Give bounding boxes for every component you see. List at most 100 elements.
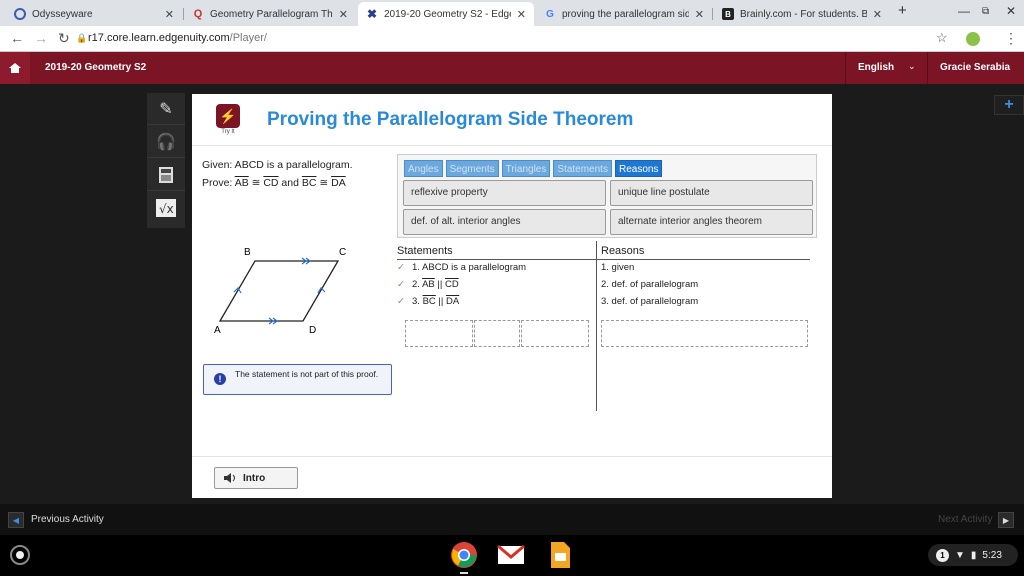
parallelogram-shape [218, 260, 340, 322]
choice-bank: Angles Segments Triangles Statements Rea… [397, 154, 817, 238]
back-icon[interactable]: ← [10, 30, 24, 46]
chrome-icon[interactable] [450, 541, 478, 569]
new-tab-button[interactable]: + [898, 2, 907, 19]
tab-triangles[interactable]: Triangles [501, 160, 551, 177]
active-indicator [460, 572, 468, 574]
lesson-footer: Intro [192, 456, 832, 498]
browser-tab-strip: Odysseyware ✕ Q Geometry Parallelogram T… [0, 0, 1024, 26]
lesson-panel: ⚡ Try It Proving the Parallelogram Side … [192, 94, 832, 498]
calculator-icon[interactable] [147, 159, 185, 191]
formula-icon[interactable]: √x [147, 192, 185, 224]
tab-odysseyware[interactable]: Odysseyware ✕ [6, 2, 182, 26]
check-icon: ✓ [397, 296, 405, 307]
check-icon: ✓ [397, 262, 405, 273]
reason-drop-slot[interactable] [601, 320, 808, 347]
statement-drop-slot-3[interactable] [521, 320, 589, 347]
launcher-icon[interactable] [10, 545, 30, 565]
tab-quizlet[interactable]: Q Geometry Parallelogram Theor ✕ [184, 2, 356, 26]
pencil-icon[interactable]: ✎ [147, 93, 185, 125]
close-icon[interactable]: ✕ [517, 8, 526, 21]
reason-row: 2. def. of parallelogram [601, 279, 699, 290]
tab-brainly[interactable]: B Brainly.com - For students. By s ✕ [714, 2, 890, 26]
minimize-icon[interactable]: — [958, 4, 970, 18]
given-prove-text: Given: ABCD is a parallelogram. Prove: A… [202, 159, 353, 189]
quizlet-icon: Q [193, 8, 203, 20]
lock-icon: 🔒 [76, 33, 88, 43]
close-icon[interactable]: ✕ [165, 8, 174, 21]
vertex-label-b: B [244, 247, 251, 258]
speaker-icon [224, 473, 235, 483]
chevron-right-icon: ▶ [1002, 515, 1010, 525]
tab-edgenuity[interactable]: ✖ 2019-20 Geometry S2 - Edgenu ✕ [358, 2, 534, 26]
close-window-icon[interactable]: ✕ [1006, 4, 1016, 18]
chevron-down-icon[interactable]: ⌄ [908, 61, 916, 72]
reload-icon[interactable]: ↻ [58, 30, 70, 47]
statement-drop-slot-1[interactable] [405, 320, 473, 347]
reasons-header: Reasons [601, 245, 645, 257]
tools-toolbar: ✎ 🎧 √x [147, 93, 185, 228]
vertex-label-c: C [339, 247, 346, 258]
lesson-header: ⚡ Try It Proving the Parallelogram Side … [192, 94, 832, 146]
chevron-left-icon: ◀ [12, 515, 20, 525]
google-slides-icon[interactable] [546, 541, 574, 569]
tab-segments[interactable]: Segments [445, 160, 499, 177]
divider [397, 259, 810, 260]
parallelogram-diagram: A B C D [214, 247, 346, 336]
forward-icon[interactable]: → [34, 30, 48, 46]
tab-statements[interactable]: Statements [553, 160, 612, 177]
extension-icon[interactable] [966, 32, 980, 46]
divider [596, 241, 597, 411]
gmail-icon[interactable] [497, 541, 525, 569]
category-tabs: Angles Segments Triangles Statements Rea… [404, 160, 663, 177]
next-activity-label[interactable]: Next Activity [938, 514, 992, 525]
statement-row: ✓ 2. AB || CD [397, 279, 459, 290]
statements-header: Statements [397, 245, 453, 257]
google-icon: G [546, 8, 554, 20]
previous-activity-label[interactable]: Previous Activity [31, 514, 104, 525]
vertex-label-d: D [309, 325, 316, 336]
home-button[interactable] [0, 52, 30, 84]
choice-reflexive-property[interactable]: reflexive property [403, 180, 606, 206]
restore-icon[interactable]: ⧉ [982, 6, 989, 17]
choice-unique-line-postulate[interactable]: unique line postulate [610, 180, 813, 206]
bookmark-star-icon[interactable]: ☆ [936, 30, 948, 46]
edgenuity-icon: ✖ [366, 7, 378, 21]
statement-drop-slot-2[interactable] [474, 320, 520, 347]
close-icon[interactable]: ✕ [695, 8, 704, 21]
alert-message: The statement is not part of this proof. [235, 369, 379, 379]
user-name[interactable]: Gracie Serabia [940, 62, 1010, 73]
close-icon[interactable]: ✕ [339, 8, 348, 21]
tab-reasons[interactable]: Reasons [614, 160, 663, 177]
lesson-title: Proving the Parallelogram Side Theorem [267, 109, 634, 130]
clock: 5:23 [982, 549, 1002, 561]
language-select[interactable]: English [858, 62, 894, 73]
battery-icon: ▮ [970, 549, 977, 561]
tab-angles[interactable]: Angles [404, 160, 443, 177]
notification-badge: 1 [936, 548, 949, 562]
statement-row: ✓ 1. ABCD is a parallelogram [397, 262, 527, 273]
previous-activity-button[interactable]: ◀ [8, 512, 24, 528]
menu-dots-icon[interactable]: ⋮ [1004, 30, 1018, 47]
os-taskbar: 1 ▼ ▮ 5:23 [0, 535, 1024, 576]
reason-row: 3. def. of parallelogram [601, 296, 699, 307]
url-field[interactable]: r17.core.learn.edgenuity.com/Player/ [88, 32, 267, 44]
try-it-icon: ⚡ [216, 104, 240, 128]
odysseyware-icon [14, 8, 26, 20]
next-activity-button[interactable]: ▶ [998, 512, 1014, 528]
app-header: 2019-20 Geometry S2 English ⌄ Gracie Ser… [0, 52, 1024, 84]
intro-button[interactable]: Intro [214, 467, 298, 489]
add-button[interactable]: + [994, 95, 1024, 115]
choice-def-alt-interior-angles[interactable]: def. of alt. interior angles [403, 209, 606, 235]
check-icon: ✓ [397, 279, 405, 290]
svg-text:√x: √x [159, 202, 174, 216]
close-icon[interactable]: ✕ [873, 8, 882, 21]
headphones-icon[interactable]: 🎧 [147, 126, 185, 158]
parallel-markers [233, 257, 326, 325]
wifi-icon: ▼ [955, 549, 965, 561]
proof-table: Statements Reasons ✓ 1. ABCD is a paralle… [397, 241, 812, 411]
activity-nav-bar: ◀ Previous Activity Next Activity ▶ [0, 505, 1024, 535]
tab-google-search[interactable]: G proving the parallelogram side t ✕ [536, 2, 712, 26]
choice-alternate-interior-angles-theorem[interactable]: alternate interior angles theorem [610, 209, 813, 235]
reason-row: 1. given [601, 262, 635, 273]
system-tray[interactable]: 1 ▼ ▮ 5:23 [928, 544, 1018, 566]
